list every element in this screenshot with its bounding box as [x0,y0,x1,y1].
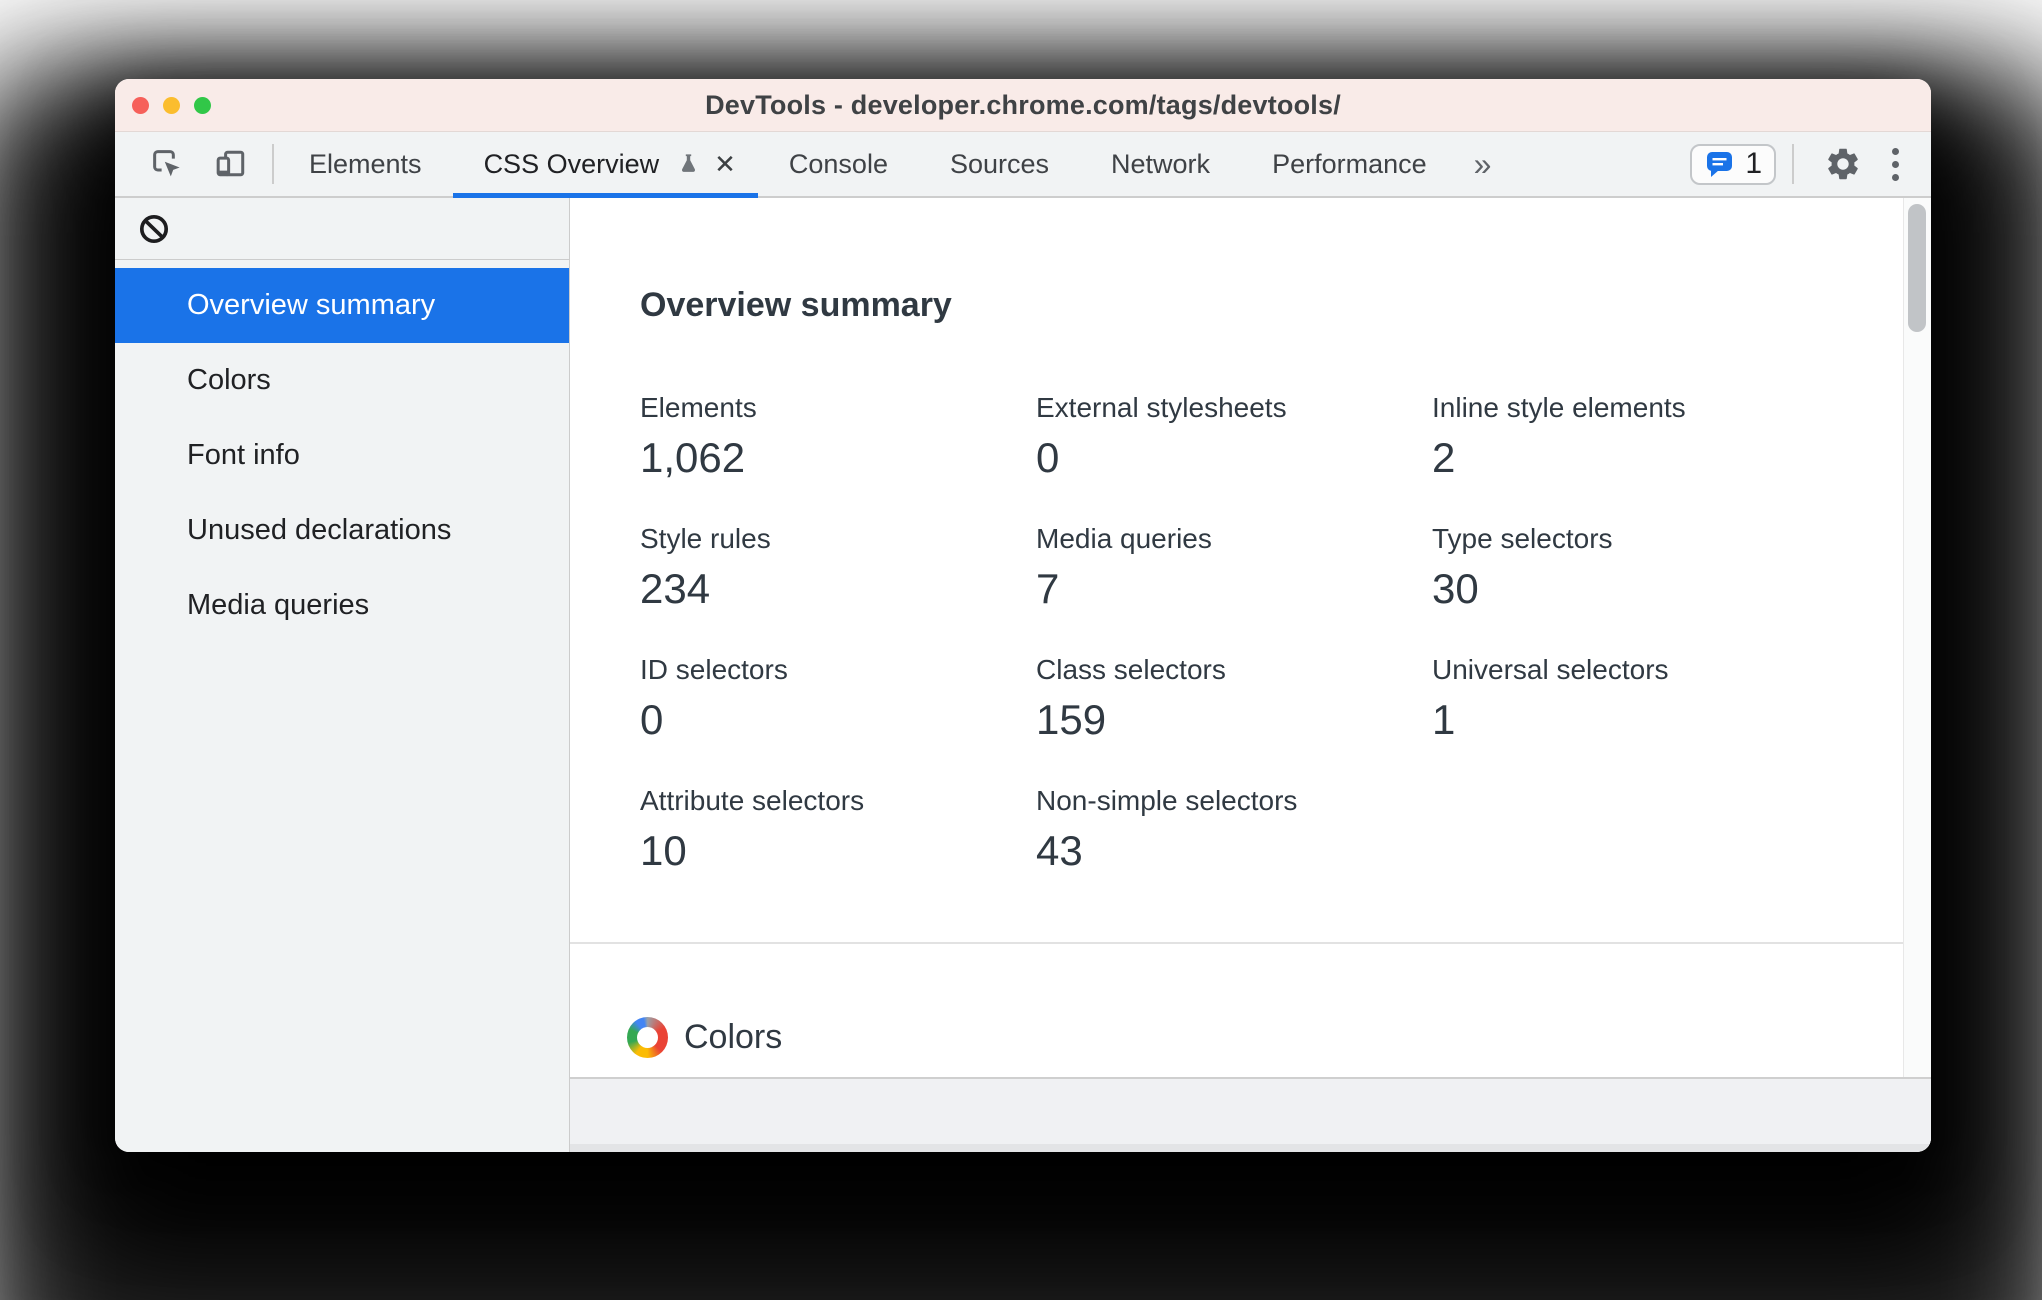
toolbar-divider [272,144,274,184]
inspect-element-icon[interactable] [148,145,186,183]
sidebar-item-label: Overview summary [187,289,436,321]
sidebar-item-label: Unused declarations [187,514,452,546]
devtools-main: Overview summary Colors Font info Unused… [115,198,1931,1152]
clear-overview-block-icon[interactable] [137,212,171,246]
stat-value: 10 [640,827,687,874]
desktop-background: DevTools - developer.chrome.com/tags/dev… [0,0,2042,1300]
sidebar-item-colors[interactable]: Colors [115,343,569,418]
tab-label: Network [1111,148,1211,179]
stat-id-selectors: ID selectors 0 [640,653,1036,745]
toolbar-divider [1792,144,1794,184]
sidebar-item-label: Media queries [187,589,370,621]
device-toolbar-icon[interactable] [212,145,250,183]
issues-counter-button[interactable]: 1 [1690,143,1776,185]
overview-scroll-area[interactable]: Overview summary Elements 1,062 External… [570,198,1903,1077]
stat-class-selectors: Class selectors 159 [1036,653,1432,745]
tab-label: Sources [949,148,1050,179]
stat-label: Type selectors [1432,523,1613,554]
stat-value: 1,062 [640,434,746,481]
stat-label: Inline style elements [1432,392,1686,423]
stat-value: 43 [1036,827,1083,874]
window-title: DevTools - developer.chrome.com/tags/dev… [705,89,1341,120]
stat-style-rules: Style rules 234 [640,522,1036,614]
tab-elements[interactable]: Elements [278,132,453,196]
devtools-tabbar: Elements CSS Overview ✕ Console Sources [115,132,1931,198]
summary-stats-grid: Elements 1,062 External stylesheets 0 In… [640,391,1903,876]
stat-value: 0 [640,696,664,743]
tab-console[interactable]: Console [758,132,919,196]
sidebar-item-overview-summary[interactable]: Overview summary [115,268,569,343]
tab-performance[interactable]: Performance [1241,132,1458,196]
chat-bubble-icon [1704,150,1735,178]
more-tabs-chevron-icon[interactable]: » [1460,132,1506,196]
stat-external-stylesheets: External stylesheets 0 [1036,391,1432,483]
tab-label: CSS Overview [483,148,660,179]
overview-summary-heading: Overview summary [640,286,952,324]
stat-value: 0 [1036,434,1060,481]
sidebar-item-media-queries[interactable]: Media queries [115,568,569,643]
horizontal-scrollbar-track[interactable] [570,1144,1931,1152]
tabbar-left-tools [115,132,274,196]
color-wheel-icon [627,1017,668,1058]
sidebar-item-label: Colors [187,364,271,396]
window-titlebar: DevTools - developer.chrome.com/tags/dev… [115,79,1931,132]
stat-label: Universal selectors [1432,654,1669,685]
stat-label: Class selectors [1036,654,1226,685]
stat-media-queries: Media queries 7 [1036,522,1432,614]
sidebar-item-list: Overview summary Colors Font info Unused… [115,260,569,643]
more-options-kebab-icon[interactable] [1882,142,1909,187]
tab-sources[interactable]: Sources [919,132,1080,196]
section-divider [570,942,1903,944]
tab-css-overview[interactable]: CSS Overview ✕ [452,132,759,198]
panel-tabs: Elements CSS Overview ✕ Console Sources [278,132,1506,198]
stat-value: 234 [640,565,711,612]
css-overview-sidebar: Overview summary Colors Font info Unused… [115,198,570,1152]
stat-label: ID selectors [640,654,788,685]
stat-value: 159 [1036,696,1107,743]
stat-elements: Elements 1,062 [640,391,1036,483]
stat-value: 1 [1432,696,1456,743]
stat-label: Non-simple selectors [1036,785,1298,816]
issues-count: 1 [1745,147,1762,180]
stat-value: 2 [1432,434,1456,481]
devtools-window: DevTools - developer.chrome.com/tags/dev… [115,79,1931,1152]
colors-section-title: Colors [684,1018,783,1056]
stat-label: Media queries [1036,523,1212,554]
stat-label: Elements [640,392,757,423]
css-overview-content: Overview summary Elements 1,062 External… [570,198,1931,1152]
sidebar-item-unused-declarations[interactable]: Unused declarations [115,493,569,568]
stat-label: Style rules [640,523,771,554]
stat-value: 7 [1036,565,1060,612]
sidebar-item-font-info[interactable]: Font info [115,418,569,493]
vertical-scrollbar[interactable] [1903,198,1931,1077]
stat-label: External stylesheets [1036,392,1287,423]
stat-attribute-selectors: Attribute selectors 10 [640,784,1036,876]
stat-type-selectors: Type selectors 30 [1432,522,1903,614]
stat-universal-selectors: Universal selectors 1 [1432,653,1903,745]
stat-non-simple-selectors: Non-simple selectors 43 [1036,784,1432,876]
tab-network[interactable]: Network [1080,132,1241,196]
tab-label: Performance [1272,148,1427,179]
stat-inline-style-elements: Inline style elements 2 [1432,391,1903,483]
experiment-flask-icon [675,151,702,178]
sidebar-toolbar [115,198,569,260]
stat-value: 30 [1432,565,1479,612]
sidebar-item-label: Font info [187,439,300,471]
colors-section-header: Colors [627,1017,1903,1058]
close-tab-icon[interactable]: ✕ [714,151,736,177]
stat-label: Attribute selectors [640,785,865,816]
stat-empty-cell [1432,784,1903,876]
settings-gear-icon[interactable] [1824,145,1862,183]
tabbar-right-tools: 1 [1690,132,1931,196]
scrollbar-thumb[interactable] [1908,204,1926,332]
content-footer-bar [570,1077,1931,1144]
tab-label: Console [788,148,888,179]
tab-label: Elements [309,148,422,179]
